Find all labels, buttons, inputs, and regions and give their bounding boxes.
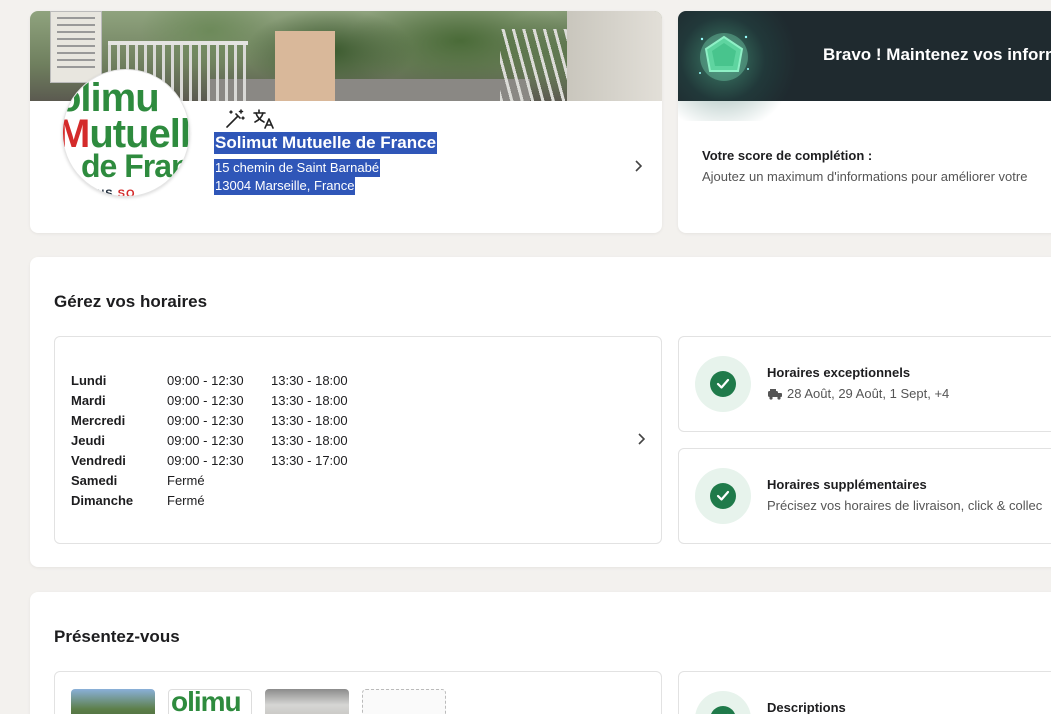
photo-thumbnail[interactable]: [71, 689, 155, 714]
present-section-title: Présentez-vous: [54, 627, 180, 646]
hours-row-wednesday: Mercredi 09:00 - 12:30 13:30 - 18:00: [71, 413, 348, 428]
photo-thumbnail[interactable]: olimu: [168, 689, 252, 714]
additional-hours-subtitle: Précisez vos horaires de livraison, clic…: [767, 498, 1043, 513]
hours-row-thursday: Jeudi 09:00 - 12:30 13:30 - 18:00: [71, 433, 348, 448]
descriptions-title: Descriptions: [767, 700, 846, 714]
address-line1: 15 chemin de Saint Barnabé: [214, 159, 381, 177]
hours-row-monday: Lundi 09:00 - 12:30 13:30 - 18:00: [71, 373, 348, 388]
hours-section-title: Gérez vos horaires: [54, 292, 208, 311]
regular-hours-box[interactable]: Lundi 09:00 - 12:30 13:30 - 18:00 Mardi 09:…: [54, 336, 662, 544]
photos-box[interactable]: olimu: [54, 671, 662, 714]
score-banner-text: Bravo ! Maintenez vos inform: [823, 45, 1051, 64]
hours-table: Lundi 09:00 - 12:30 13:30 - 18:00 Mardi 09:…: [71, 371, 348, 511]
add-photo-button[interactable]: [362, 689, 446, 714]
address-line2: 13004 Marseille, France: [214, 177, 356, 195]
gem-badge-icon: [699, 33, 749, 81]
magic-wand-icon[interactable]: [222, 106, 248, 132]
chevron-right-icon[interactable]: [635, 433, 647, 445]
completion-score-card: Bravo ! Maintenez vos inform Votre score…: [678, 11, 1051, 233]
additional-hours-title: Horaires supplémentaires: [767, 477, 927, 492]
exceptional-hours-box[interactable]: Horaires exceptionnels 28 Août, 29 Août,…: [678, 336, 1051, 432]
hours-row-tuesday: Mardi 09:00 - 12:30 13:30 - 18:00: [71, 393, 348, 408]
exceptional-hours-dates: 28 Août, 29 Août, 1 Sept, +4: [767, 386, 949, 401]
hours-row-friday: Vendredi 09:00 - 12:30 13:30 - 17:00: [71, 453, 348, 468]
business-name: Solimut Mutuelle de France: [214, 132, 438, 154]
score-banner: Bravo ! Maintenez vos inform: [678, 11, 1051, 121]
check-icon: [695, 356, 751, 412]
check-icon: [695, 691, 751, 714]
exceptional-hours-title: Horaires exceptionnels: [767, 365, 911, 380]
hours-section: Gérez vos horaires Lundi 09:00 - 12:30 13:…: [30, 257, 1051, 567]
score-title: Votre score de complétion :: [702, 148, 873, 163]
score-subtitle: Ajoutez un maximum d'informations pour a…: [702, 169, 1028, 184]
business-card[interactable]: olimu Mutuell de Fran TIONS SO Solimut M…: [30, 11, 662, 233]
check-icon: [695, 468, 751, 524]
hours-row-sunday: Dimanche Fermé: [71, 493, 205, 508]
descriptions-box[interactable]: Descriptions: [678, 671, 1051, 714]
chevron-right-icon[interactable]: [632, 160, 644, 172]
photo-thumbnail[interactable]: [265, 689, 349, 714]
translate-icon[interactable]: [251, 106, 277, 132]
hours-row-saturday: Samedi Fermé: [71, 473, 205, 488]
additional-hours-box[interactable]: Horaires supplémentaires Précisez vos ho…: [678, 448, 1051, 544]
calendar-car-icon: [768, 388, 782, 400]
present-section: Présentez-vous olimu Descriptions: [30, 592, 1051, 714]
business-logo: olimu Mutuell de Fran TIONS SO: [62, 69, 190, 197]
